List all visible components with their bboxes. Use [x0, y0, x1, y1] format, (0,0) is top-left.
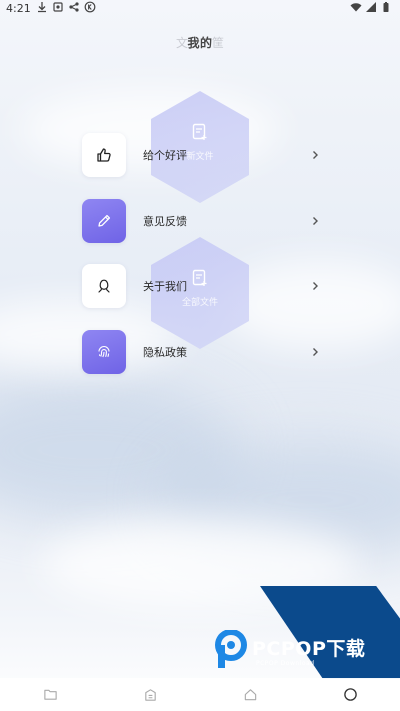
nav-item-files[interactable] — [0, 678, 100, 711]
menu-icon-container — [82, 199, 126, 243]
chevron-right-icon — [313, 282, 318, 290]
watermark-subtitle: PCPOP Download — [256, 660, 315, 667]
bottom-nav — [0, 678, 400, 711]
download-icon — [38, 2, 46, 13]
menu-item-label: 隐私政策 — [143, 346, 187, 359]
folder-icon — [43, 689, 57, 700]
page-title: 我的 — [187, 36, 213, 50]
chevron-right-icon — [313, 348, 318, 356]
pencil-icon — [98, 214, 111, 227]
status-time: 4:21 — [6, 2, 31, 15]
pcpop-logo — [215, 630, 247, 668]
menu-icon-container — [82, 330, 126, 374]
battery-icon — [383, 2, 389, 12]
menu-item-privacy[interactable]: 隐私政策 — [82, 330, 332, 374]
menu-icon-container — [82, 264, 126, 308]
status-notification-icons — [36, 1, 96, 13]
user-icon — [98, 279, 110, 293]
share-notification-icon — [69, 2, 79, 12]
menu-item-rate[interactable]: 给个好评 — [82, 133, 332, 177]
header: 文 我的 筐 — [0, 32, 400, 54]
status-bar: 4:21 — [0, 0, 400, 18]
thumbs-up-icon — [97, 148, 111, 162]
wifi-icon — [350, 3, 362, 12]
menu-item-label: 意见反馈 — [143, 215, 187, 228]
header-ghost-text: 筐 — [212, 36, 225, 50]
status-system-icons — [350, 1, 392, 13]
menu-icon-container — [82, 133, 126, 177]
k-notification-icon — [84, 1, 96, 13]
screen: 4:21 文 我的 筐 新文件 全部文件 给个好评 意见反馈 关于我们 隐私政策… — [0, 0, 400, 711]
chevron-right-icon — [313, 151, 318, 159]
image-notification-icon — [53, 2, 63, 12]
nav-item-profile[interactable] — [300, 678, 400, 711]
fingerprint-icon — [98, 346, 110, 358]
nav-item-tools[interactable] — [100, 678, 200, 711]
pcpop-watermark: PCPOP下载 PCPOP Download — [212, 586, 400, 679]
watermark-brand: PCPOP下载 — [252, 638, 366, 660]
building-icon — [144, 689, 156, 701]
menu-item-about[interactable]: 关于我们 — [82, 264, 332, 308]
menu-item-label: 给个好评 — [143, 149, 187, 162]
nav-item-home[interactable] — [200, 678, 300, 711]
chevron-right-icon — [313, 217, 318, 225]
home-icon — [244, 689, 256, 701]
signal-icon — [366, 2, 376, 12]
menu-item-label: 关于我们 — [143, 280, 187, 293]
menu-item-feedback[interactable]: 意见反馈 — [82, 199, 332, 243]
profile-icon — [343, 688, 357, 701]
